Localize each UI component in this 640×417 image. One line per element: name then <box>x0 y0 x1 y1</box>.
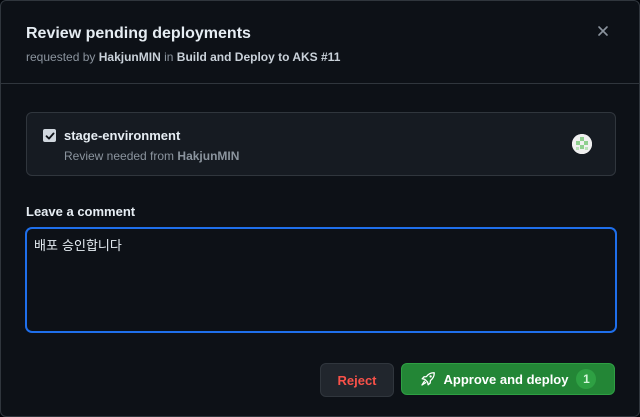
approve-and-deploy-button[interactable]: Approve and deploy 1 <box>401 363 615 395</box>
rocket-icon <box>420 371 436 387</box>
close-icon <box>598 26 608 36</box>
reject-button[interactable]: Reject <box>320 363 394 397</box>
subtitle-middle: in <box>164 50 174 64</box>
approve-count-badge: 1 <box>576 369 597 389</box>
environment-review-text: Review needed from HakjunMIN <box>64 149 239 163</box>
identicon-avatar-icon <box>572 134 592 154</box>
dialog-header: Review pending deployments requested by … <box>1 1 639 84</box>
comment-textarea[interactable]: 배포 승인합니다 <box>26 228 616 332</box>
close-button[interactable] <box>593 21 613 41</box>
environment-name: stage-environment <box>64 128 181 143</box>
reviewer-name: HakjunMIN <box>177 149 240 163</box>
identicon-avatar <box>572 134 592 154</box>
environment-item: stage-environment Review needed from Hak… <box>26 112 616 176</box>
comment-label: Leave a comment <box>26 204 136 219</box>
review-deployments-dialog: Review pending deployments requested by … <box>0 0 640 417</box>
dialog-subtitle: requested by HakjunMIN in Build and Depl… <box>26 50 340 64</box>
subtitle-prefix: requested by <box>26 50 96 64</box>
approve-label: Approve and deploy <box>443 371 569 387</box>
review-prefix: Review needed from <box>64 149 175 163</box>
requester-name: HakjunMIN <box>98 50 161 64</box>
environment-checkbox[interactable] <box>43 129 56 142</box>
checkmark-icon <box>45 132 54 139</box>
dialog-title: Review pending deployments <box>26 25 251 42</box>
workflow-run-name: Build and Deploy to AKS #11 <box>176 50 341 64</box>
